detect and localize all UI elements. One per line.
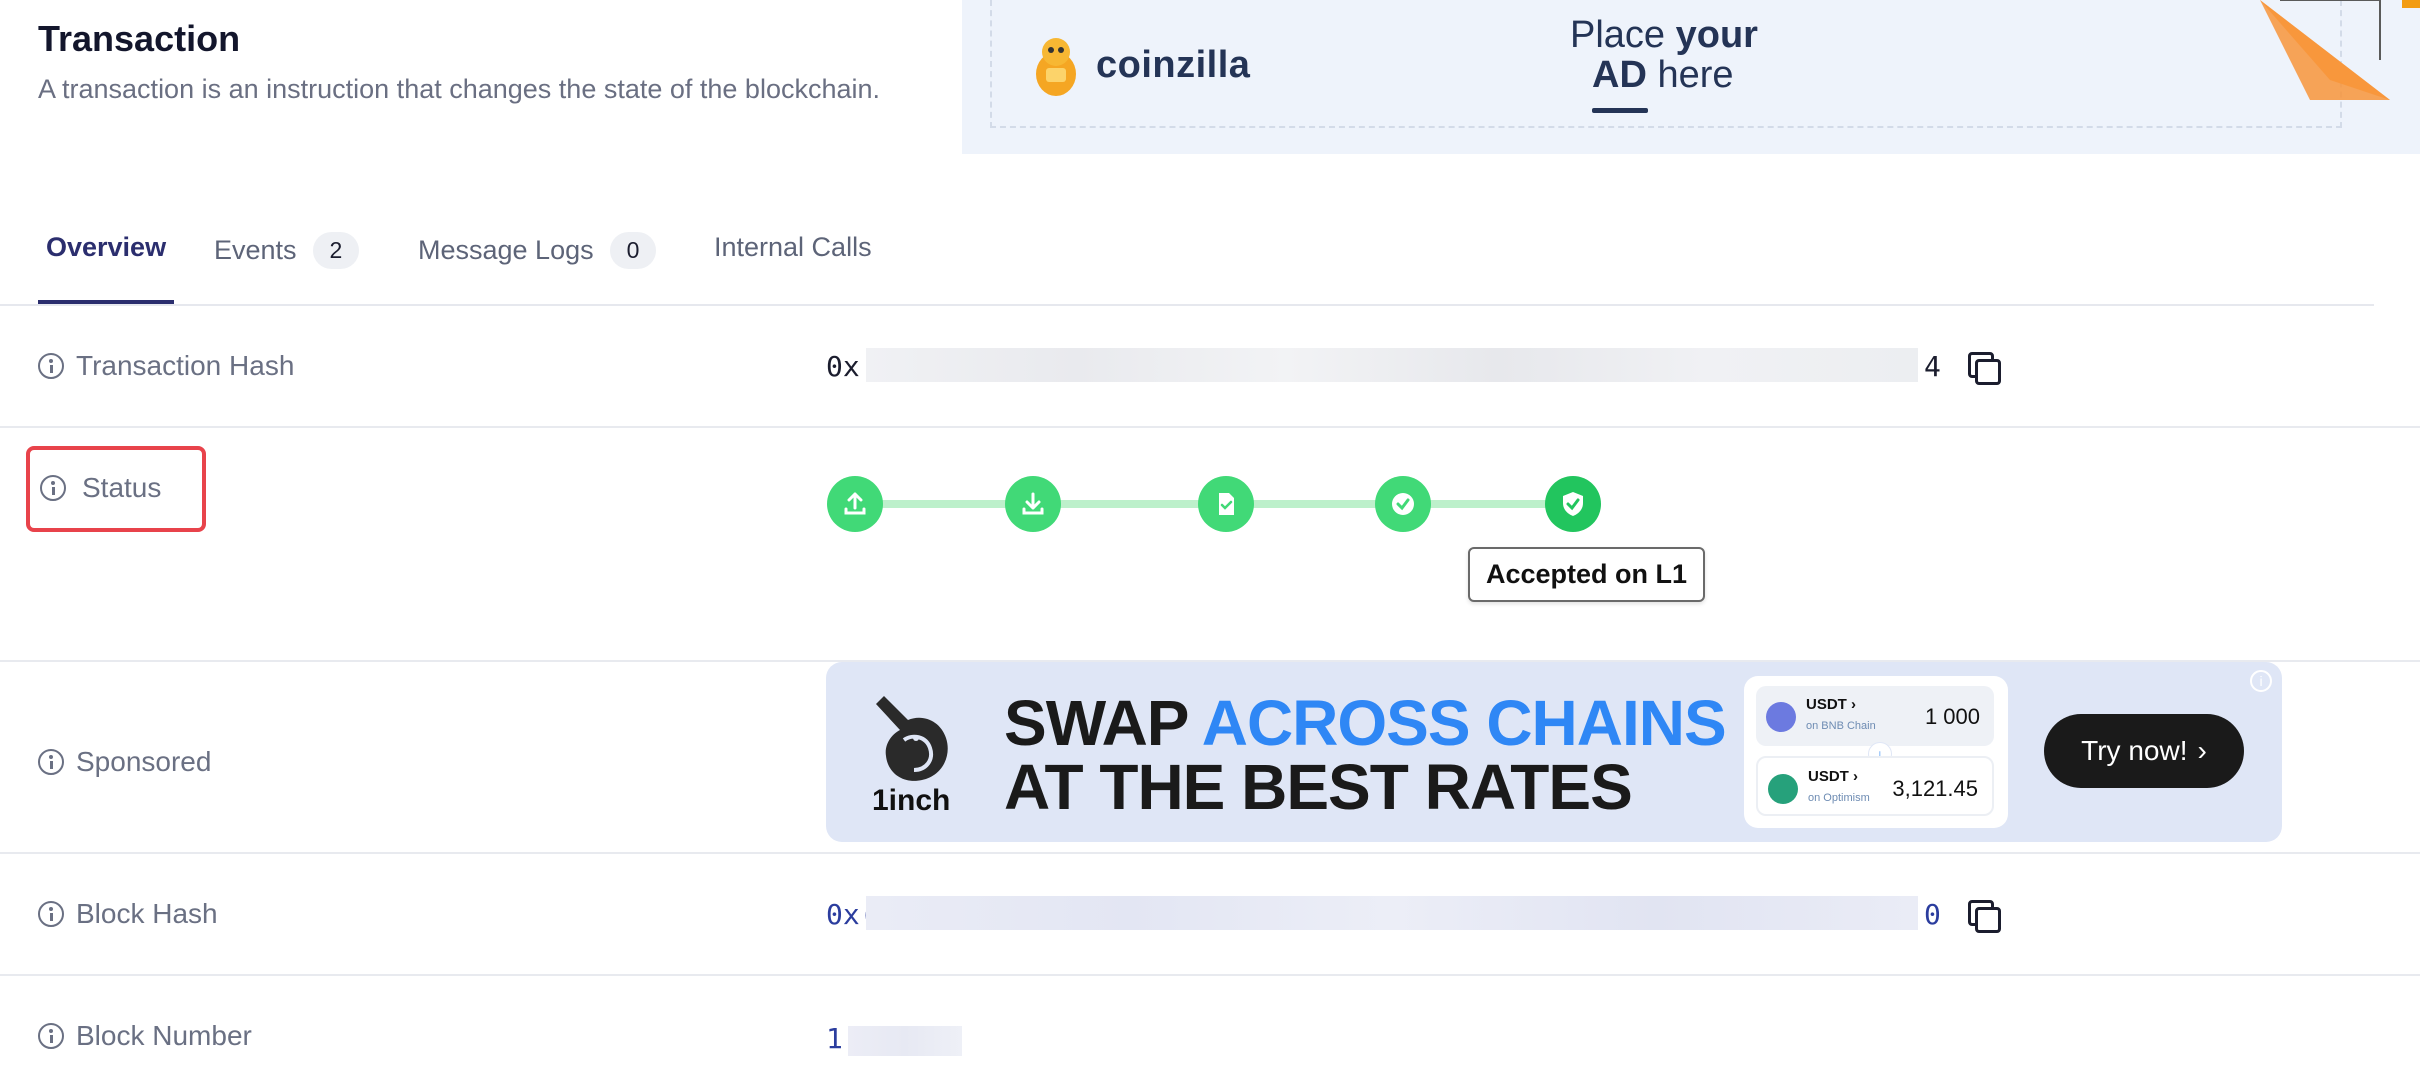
from-network: on BNB Chain bbox=[1806, 720, 1876, 732]
info-icon[interactable] bbox=[38, 353, 64, 379]
transaction-tabs: Overview Events 2 Message Logs 0 Interna… bbox=[38, 220, 2374, 306]
row-divider bbox=[0, 852, 2420, 854]
ad-underline bbox=[1592, 108, 1648, 113]
chevron-right-icon: › bbox=[2197, 735, 2207, 766]
transaction-hash-suffix: 4 bbox=[1924, 350, 1941, 383]
from-amount: 1 000 bbox=[1924, 704, 1980, 729]
to-network: on Optimism bbox=[1808, 792, 1870, 804]
events-count-badge: 2 bbox=[312, 232, 360, 269]
to-token-name: USDT › bbox=[1808, 768, 1859, 785]
status-step-submitted[interactable] bbox=[827, 476, 883, 532]
ad-headline-line1: SWAP ACROSS CHAINS bbox=[1004, 687, 1727, 759]
upload-icon bbox=[844, 492, 866, 515]
coinzilla-ad-banner[interactable]: coinzilla Place your AD here bbox=[962, 0, 2420, 154]
coinzilla-logo-text: coinzilla bbox=[1096, 44, 1251, 86]
tab-overview[interactable]: Overview bbox=[46, 232, 166, 263]
tab-internal-calls[interactable]: Internal Calls bbox=[714, 232, 872, 263]
block-hash-label: Block Hash bbox=[38, 898, 218, 930]
sponsored-label: Sponsored bbox=[38, 746, 211, 778]
1inch-ad-banner[interactable]: 1inch SWAP ACROSS CHAINS AT THE BEST RAT… bbox=[826, 662, 2282, 842]
tabs-divider bbox=[0, 304, 2374, 306]
info-icon[interactable] bbox=[38, 1023, 64, 1049]
swap-to-item: USDT › on Optimism 3,121.45 bbox=[1756, 756, 1994, 816]
ad-headline-line2: AD here bbox=[1592, 54, 1734, 96]
copy-block-hash-icon[interactable] bbox=[1968, 900, 2001, 933]
message-logs-count-badge: 0 bbox=[609, 232, 657, 269]
ad-headline-line1: Place your bbox=[1570, 14, 1758, 56]
status-step-accepted-l1[interactable] bbox=[1545, 476, 1601, 532]
to-amount: 3,121.45 bbox=[1892, 776, 1978, 801]
info-icon[interactable] bbox=[40, 475, 66, 501]
block-hash-suffix[interactable]: 0 bbox=[1924, 898, 1941, 931]
ad-info-icon[interactable]: i bbox=[2250, 670, 2272, 692]
check-circle-icon bbox=[1392, 493, 1414, 515]
1inch-unicorn-logo-icon bbox=[876, 696, 948, 781]
status-step-finalized[interactable] bbox=[1375, 476, 1431, 532]
transaction-hash-label: Transaction Hash bbox=[38, 350, 294, 382]
from-token-name: USDT › bbox=[1806, 696, 1857, 713]
page-title: Transaction bbox=[38, 18, 241, 59]
row-divider bbox=[0, 426, 2420, 428]
shield-check-icon bbox=[1563, 492, 1583, 516]
1inch-brand-text: 1inch bbox=[872, 784, 951, 817]
bnb-usdt-coin-icon bbox=[1766, 702, 1796, 732]
swap-from-item: USDT › on BNB Chain 1 000 bbox=[1756, 686, 1994, 746]
transaction-hash-redacted bbox=[866, 348, 1918, 382]
block-number-prefix[interactable]: 1 bbox=[826, 1022, 843, 1055]
tab-events[interactable]: Events 2 bbox=[214, 232, 360, 269]
ad-headline-line2: AT THE BEST RATES bbox=[1004, 751, 1633, 823]
status-step-accepted-l2[interactable] bbox=[1198, 476, 1254, 532]
block-number-redacted[interactable] bbox=[848, 1026, 962, 1056]
optimism-usdt-coin-icon bbox=[1768, 774, 1798, 804]
transaction-hash-prefix: 0x bbox=[826, 350, 860, 383]
block-hash-redacted[interactable] bbox=[866, 896, 1918, 930]
coinzilla-mascot-icon bbox=[1036, 38, 1076, 96]
status-label: Status bbox=[40, 472, 161, 504]
status-step-received[interactable] bbox=[1005, 476, 1061, 532]
page-subtitle: A transaction is an instruction that cha… bbox=[38, 74, 881, 104]
swap-preview-card: USDT › on BNB Chain 1 000 ↓ USDT › on Op… bbox=[1744, 676, 2008, 828]
tab-message-logs[interactable]: Message Logs 0 bbox=[418, 232, 657, 269]
try-now-button[interactable]: Try now! › bbox=[2044, 714, 2244, 788]
download-icon bbox=[1022, 492, 1044, 515]
copy-transaction-hash-icon[interactable] bbox=[1968, 352, 2001, 385]
ad-corner-flag-icon[interactable] bbox=[2260, 0, 2420, 110]
status-tooltip: Accepted on L1 bbox=[1468, 547, 1706, 602]
document-check-icon bbox=[1219, 493, 1234, 515]
row-divider bbox=[0, 974, 2420, 976]
block-number-label: Block Number bbox=[38, 1020, 252, 1052]
info-icon[interactable] bbox=[38, 901, 64, 927]
info-icon[interactable] bbox=[38, 749, 64, 775]
